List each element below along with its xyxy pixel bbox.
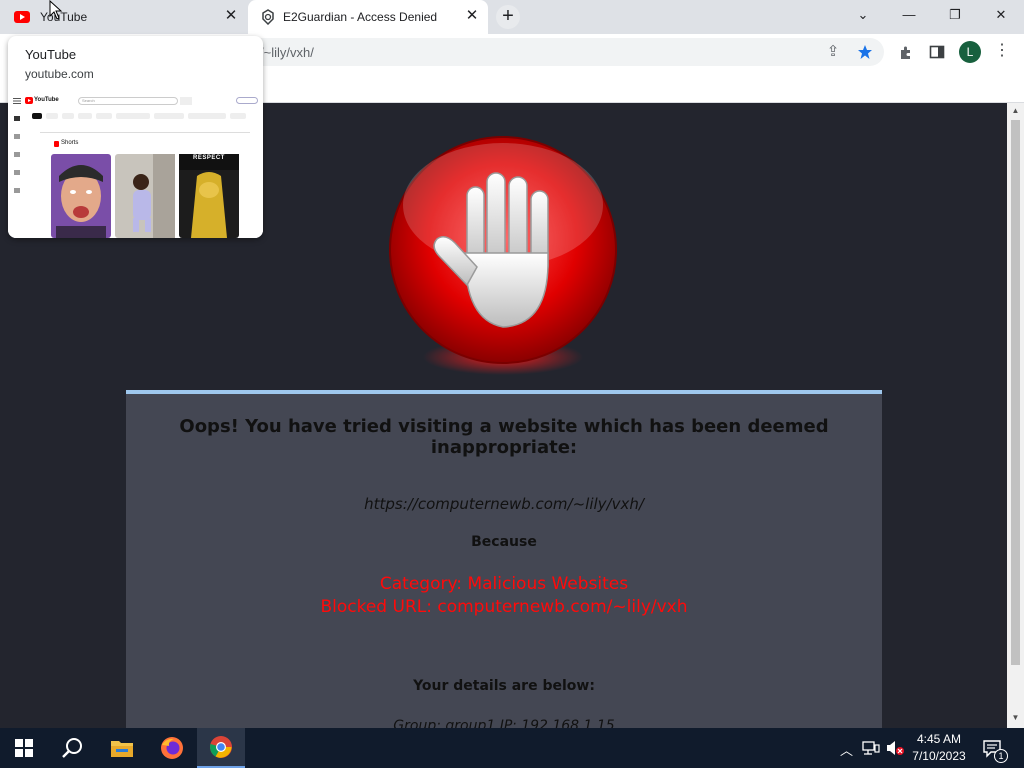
minimize-button[interactable]: — bbox=[886, 0, 932, 30]
taskbar-file-explorer[interactable] bbox=[98, 728, 146, 768]
mini-chip-active bbox=[32, 113, 42, 119]
tab-youtube[interactable]: YouTube ✕ bbox=[0, 0, 247, 34]
scrollbar-thumb[interactable] bbox=[1011, 120, 1020, 665]
address-url: /~lily/vxh/ bbox=[260, 45, 314, 60]
network-icon[interactable] bbox=[862, 741, 880, 755]
e2guardian-icon bbox=[262, 9, 274, 25]
category-reason: Category: Malicious Websites bbox=[379, 574, 629, 594]
menu-icon bbox=[13, 98, 21, 104]
start-button[interactable] bbox=[0, 728, 48, 768]
blocked-url-reason: Blocked URL: computernewb.com/~lily/vxh bbox=[320, 597, 688, 617]
mini-history-icon bbox=[14, 188, 20, 193]
mini-shorts-label: Shorts bbox=[61, 140, 79, 146]
tab-title: YouTube bbox=[40, 10, 88, 24]
mini-search-box: Search bbox=[78, 97, 178, 105]
because-label: Because bbox=[471, 534, 537, 550]
clock-date: 7/10/2023 bbox=[912, 749, 966, 763]
firefox-icon bbox=[161, 737, 183, 759]
stop-hand-icon bbox=[389, 136, 617, 375]
mini-respect-label: RESPECT bbox=[193, 155, 225, 161]
scroll-up-arrow-icon[interactable]: ▲ bbox=[1011, 106, 1020, 115]
mini-sign-in bbox=[236, 97, 258, 104]
hover-card-domain: youtube.com bbox=[25, 67, 94, 81]
menu-icon[interactable]: ⋮ bbox=[992, 41, 1012, 61]
browser-window: YouTube ✕ E2Guardian - Access Denied ✕ +… bbox=[0, 0, 1024, 728]
mini-subscriptions-icon bbox=[14, 152, 20, 157]
search-button[interactable] bbox=[48, 728, 96, 768]
youtube-logo-icon bbox=[25, 97, 33, 104]
show-hidden-icons-icon[interactable]: ︿ bbox=[840, 740, 853, 759]
youtube-logo-text: YouTube bbox=[34, 97, 59, 103]
notification-count-badge: 1 bbox=[994, 749, 1008, 763]
mini-chip bbox=[116, 113, 150, 119]
mini-home-icon bbox=[14, 116, 20, 121]
close-window-button[interactable]: ✕ bbox=[978, 0, 1024, 30]
mini-search-icon bbox=[180, 97, 192, 105]
denied-panel: Oops! You have tried visiting a website … bbox=[126, 390, 882, 728]
close-tab-icon[interactable]: ✕ bbox=[464, 8, 480, 24]
mini-chip bbox=[96, 113, 112, 119]
clock[interactable]: 4:45 AM 7/10/2023 bbox=[904, 731, 974, 765]
tab-e2guardian[interactable]: E2Guardian - Access Denied ✕ bbox=[248, 0, 488, 34]
clock-time: 4:45 AM bbox=[916, 732, 962, 746]
taskbar-chrome[interactable] bbox=[197, 728, 245, 768]
mini-divider bbox=[40, 132, 250, 133]
mini-chip bbox=[78, 113, 92, 119]
mini-library-icon bbox=[14, 170, 20, 175]
mini-chip bbox=[62, 113, 74, 119]
mouse-cursor-icon bbox=[49, 0, 63, 20]
tab-preview-thumbnail: YouTube Search Shorts RESPECT bbox=[8, 94, 263, 238]
tab-search-icon[interactable]: ⌄ bbox=[840, 0, 886, 30]
scroll-down-arrow-icon[interactable]: ▼ bbox=[1011, 713, 1020, 722]
mini-shorts-logo-icon bbox=[54, 141, 59, 147]
restore-button[interactable]: ❐ bbox=[932, 0, 978, 30]
short-thumbnail-3 bbox=[179, 154, 239, 238]
denied-heading: Oops! You have tried visiting a website … bbox=[179, 416, 829, 458]
extensions-icon[interactable] bbox=[898, 44, 914, 60]
chrome-icon bbox=[210, 736, 232, 758]
youtube-icon bbox=[14, 11, 30, 23]
page-scrollbar[interactable]: ▲ ▼ bbox=[1007, 103, 1024, 728]
mini-shorts-icon bbox=[14, 134, 20, 139]
side-panel-icon[interactable] bbox=[929, 44, 945, 60]
folder-icon bbox=[111, 741, 133, 757]
mini-chip bbox=[188, 113, 226, 119]
short-thumbnail-2 bbox=[115, 154, 175, 238]
taskbar-firefox[interactable] bbox=[148, 728, 196, 768]
tab-title: E2Guardian - Access Denied bbox=[283, 10, 438, 24]
group-ip: Group: group1 IP: 192.168.1.15 bbox=[393, 718, 615, 728]
volume-muted-icon[interactable] bbox=[885, 740, 905, 756]
close-tab-icon[interactable]: ✕ bbox=[223, 8, 239, 24]
tab-strip: YouTube ✕ E2Guardian - Access Denied ✕ +… bbox=[0, 0, 1024, 34]
bookmark-star-icon[interactable] bbox=[857, 44, 873, 60]
blocked-url: https://computernewb.com/~lily/vxh/ bbox=[364, 495, 644, 513]
mini-chip bbox=[230, 113, 246, 119]
tab-hover-card: YouTube youtube.com YouTube Search Short… bbox=[8, 36, 263, 238]
share-icon[interactable]: ⇪ bbox=[823, 42, 843, 62]
mini-chip bbox=[154, 113, 184, 119]
profile-avatar[interactable]: L bbox=[959, 41, 981, 63]
short-thumbnail-1 bbox=[51, 154, 111, 238]
hover-card-title: YouTube bbox=[25, 47, 77, 62]
details-heading: Your details are below: bbox=[413, 678, 595, 694]
new-tab-button[interactable]: + bbox=[496, 5, 520, 29]
mini-chip bbox=[46, 113, 58, 119]
taskbar: ︿ 4:45 AM 7/10/2023 1 bbox=[0, 728, 1024, 768]
windows-icon bbox=[15, 739, 33, 757]
search-icon bbox=[62, 738, 82, 758]
